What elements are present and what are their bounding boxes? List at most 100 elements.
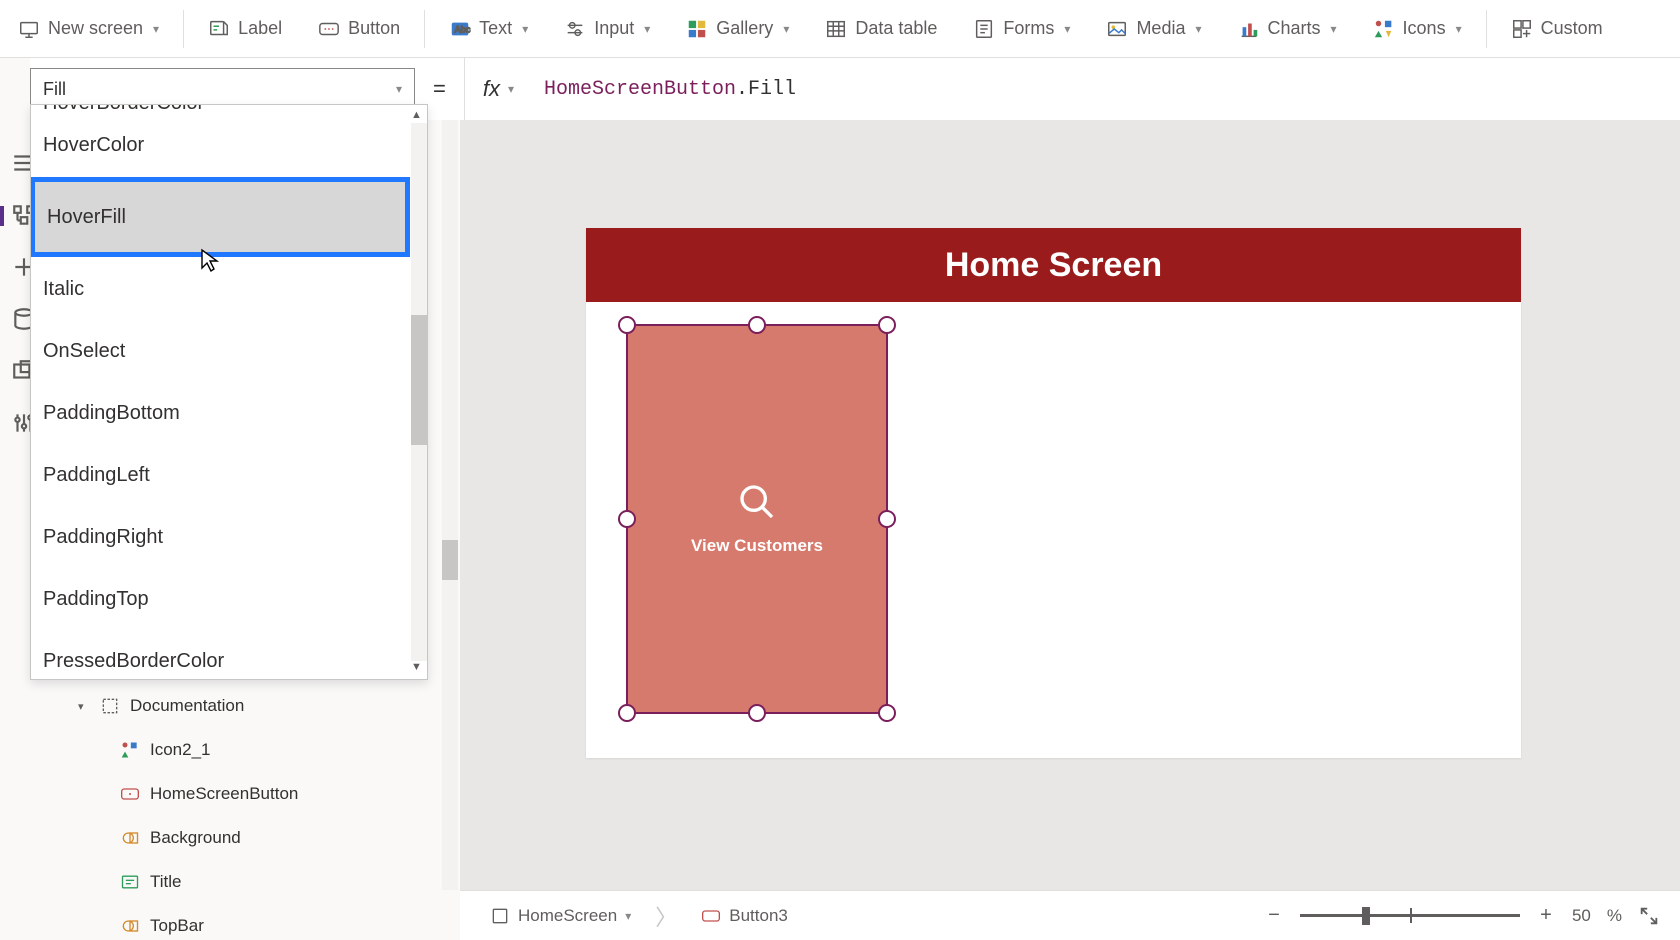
button-icon	[701, 906, 721, 926]
mouse-cursor-icon	[200, 248, 220, 274]
resize-handle-ml[interactable]	[618, 510, 636, 528]
icons-icon	[1373, 18, 1395, 40]
gallery-button[interactable]: Gallery ▾	[668, 0, 807, 57]
property-item-onselect[interactable]: OnSelect	[31, 320, 409, 382]
fx-box[interactable]: fx ▾	[464, 58, 532, 120]
property-item-label: PaddingLeft	[43, 464, 150, 487]
zoom-in-button[interactable]: +	[1536, 904, 1556, 927]
data-table-button[interactable]: Data table	[807, 0, 955, 57]
zoom-out-button[interactable]: −	[1264, 904, 1284, 927]
scroll-up-icon[interactable]: ▲	[411, 109, 425, 123]
label-label: Label	[238, 18, 282, 39]
zoom-value: 50	[1572, 906, 1591, 926]
formula-property: .Fill	[736, 78, 796, 101]
text-label: Text	[479, 18, 512, 39]
icons-label: Icons	[1403, 18, 1446, 39]
property-item-clipped[interactable]: HoverBorderColor	[31, 105, 409, 114]
resize-handle-tr[interactable]	[878, 316, 896, 334]
property-item-hoverfill[interactable]: HoverFill	[35, 182, 405, 252]
tree-group-documentation[interactable]: ▾ Documentation	[60, 684, 410, 728]
icons-icon	[120, 740, 140, 760]
tree-item-topbar[interactable]: TopBar	[60, 904, 410, 940]
zoom-slider[interactable]	[1300, 914, 1520, 917]
property-item-paddingtop[interactable]: PaddingTop	[31, 568, 409, 630]
button-icon	[318, 18, 340, 40]
tree-item-label: HomeScreenButton	[150, 784, 298, 804]
tree-item-icon2-1[interactable]: Icon2_1	[60, 728, 410, 772]
charts-button[interactable]: Charts ▾	[1220, 0, 1355, 57]
chevron-down-icon: ▾	[1195, 22, 1201, 36]
forms-button[interactable]: Forms ▾	[955, 0, 1088, 57]
selected-control-content: View Customers	[628, 326, 886, 712]
new-screen-label: New screen	[48, 18, 143, 39]
resize-handle-tl[interactable]	[618, 316, 636, 334]
expand-icon[interactable]	[1638, 905, 1660, 927]
panel-scrollbar[interactable]	[442, 120, 458, 890]
resize-handle-tc[interactable]	[748, 316, 766, 334]
text-icon: Abc	[449, 18, 471, 40]
zoom-pct: %	[1607, 906, 1622, 926]
formula-input[interactable]: HomeScreenButton.Fill	[544, 78, 796, 101]
chevron-down-icon: ▾	[1064, 22, 1070, 36]
property-dropdown: ▲ ▼ HoverBorderColor HoverColor HoverFil…	[30, 104, 428, 680]
property-item-hovercolor[interactable]: HoverColor	[31, 114, 409, 176]
media-icon	[1106, 18, 1128, 40]
zoom-slider-tick	[1410, 908, 1412, 923]
chevron-down-icon: ▾	[396, 82, 402, 96]
resize-handle-bc[interactable]	[748, 704, 766, 722]
selected-control[interactable]: View Customers	[626, 324, 888, 714]
property-item-label: HoverColor	[43, 134, 144, 157]
property-item-label: PaddingBottom	[43, 402, 180, 425]
media-label: Media	[1136, 18, 1185, 39]
breadcrumb-control-label: Button3	[729, 906, 788, 926]
resize-handle-bl[interactable]	[618, 704, 636, 722]
fx-icon: fx	[483, 76, 500, 102]
property-item-paddingright[interactable]: PaddingRight	[31, 506, 409, 568]
canvas-area: Home Screen View Customers	[460, 120, 1680, 890]
resize-handle-br[interactable]	[878, 704, 896, 722]
equals-sign: =	[427, 76, 452, 102]
table-icon	[825, 18, 847, 40]
panel-scrollbar-thumb[interactable]	[442, 540, 458, 580]
property-item-label: PressedBorderColor	[43, 650, 224, 673]
tree-view: ▾ Documentation Icon2_1 HomeScreenButton…	[60, 684, 410, 940]
scroll-down-icon[interactable]: ▼	[411, 661, 425, 675]
property-item-paddingleft[interactable]: PaddingLeft	[31, 444, 409, 506]
text-button[interactable]: Abc Text ▾	[431, 0, 546, 57]
tree-item-homescreenbutton[interactable]: HomeScreenButton	[60, 772, 410, 816]
breadcrumb: HomeScreen ▾ 〉 Button3	[480, 900, 798, 932]
custom-button[interactable]: Custom	[1493, 0, 1621, 57]
chevron-down-icon: ▾	[1331, 22, 1337, 36]
svg-text:Abc: Abc	[455, 24, 471, 34]
data-table-label: Data table	[855, 18, 937, 39]
search-icon	[737, 482, 777, 522]
property-item-pressedbordercolor[interactable]: PressedBorderColor	[31, 630, 409, 680]
ribbon-separator	[183, 10, 184, 48]
property-item-paddingbottom[interactable]: PaddingBottom	[31, 382, 409, 444]
tree-group-label: Documentation	[130, 696, 244, 716]
selected-control-label: View Customers	[691, 536, 823, 556]
tree-item-title[interactable]: Title	[60, 860, 410, 904]
chevron-down-icon: ▾	[1456, 22, 1462, 36]
label-icon	[120, 872, 140, 892]
formula-object: HomeScreenButton	[544, 78, 736, 101]
chevron-down-icon: ▾	[78, 700, 90, 713]
breadcrumb-screen[interactable]: HomeScreen ▾	[480, 902, 641, 930]
tree-item-label: TopBar	[150, 916, 204, 936]
input-label: Input	[594, 18, 634, 39]
property-item-label: HoverFill	[47, 206, 126, 229]
button-button[interactable]: Button	[300, 0, 418, 57]
chevron-down-icon: ▾	[644, 22, 650, 36]
dropdown-scrollbar-thumb[interactable]	[411, 315, 427, 445]
icons-button[interactable]: Icons ▾	[1355, 0, 1480, 57]
media-button[interactable]: Media ▾	[1088, 0, 1219, 57]
label-button[interactable]: Label	[190, 0, 300, 57]
tree-item-background[interactable]: Background	[60, 816, 410, 860]
breadcrumb-control[interactable]: Button3	[691, 902, 798, 930]
button-label: Button	[348, 18, 400, 39]
zoom-slider-knob[interactable]	[1362, 907, 1370, 925]
new-screen-button[interactable]: New screen ▾	[0, 0, 177, 57]
resize-handle-mr[interactable]	[878, 510, 896, 528]
input-button[interactable]: Input ▾	[546, 0, 668, 57]
property-item-italic[interactable]: Italic	[31, 258, 409, 320]
